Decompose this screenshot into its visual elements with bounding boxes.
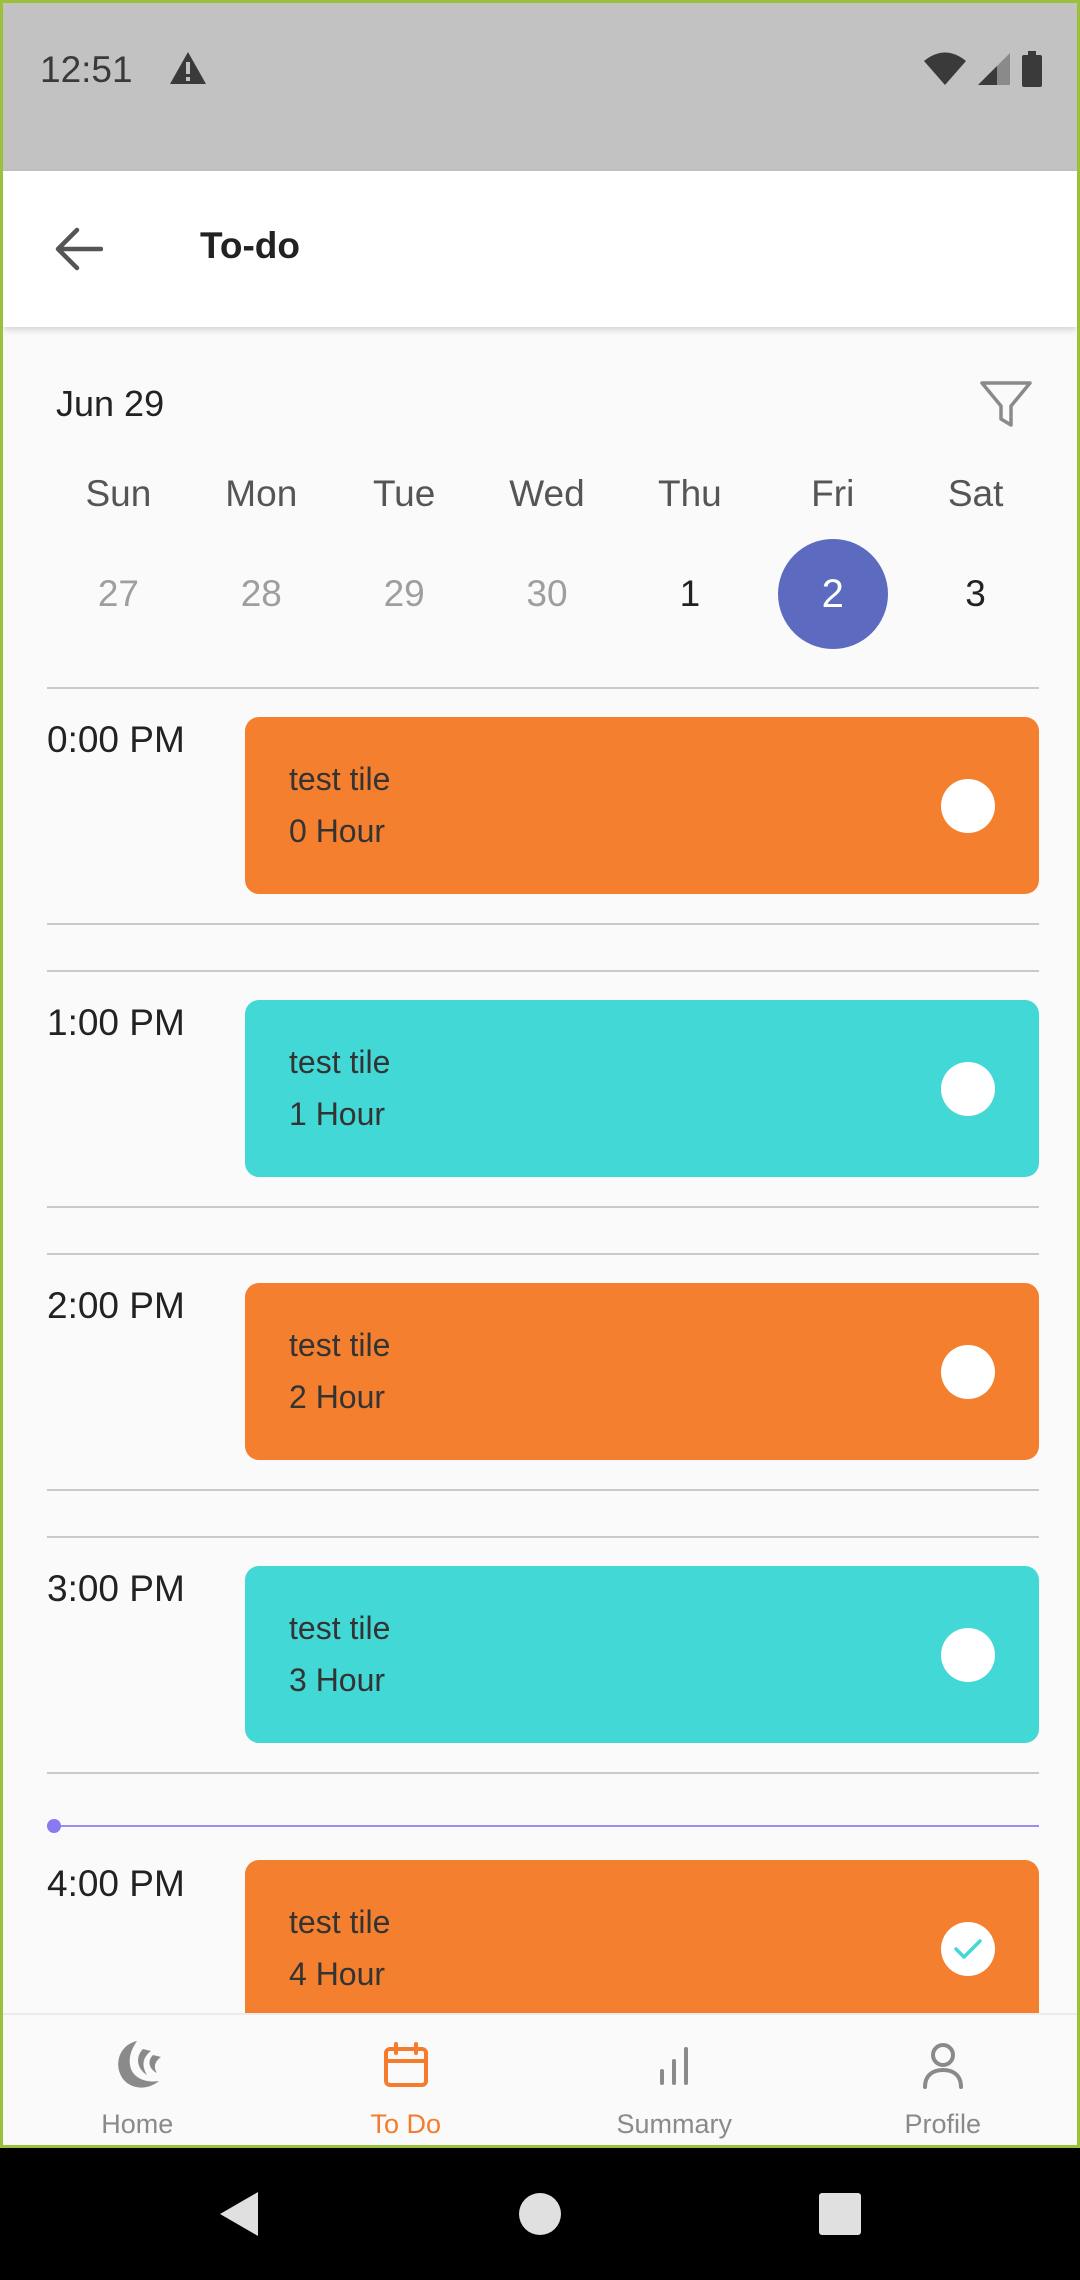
weekday-label: Sun	[85, 473, 152, 514]
app-frame: 12:51 To-do Jun 29 Sun Mon Tue Wed Thu F…	[0, 0, 1080, 2148]
time-label: 3:00 PM	[47, 1568, 185, 1609]
status-bar: 12:51	[3, 3, 1077, 171]
app-bar: To-do	[3, 171, 1077, 327]
day-cell-selected[interactable]: 2	[761, 539, 904, 649]
divider	[47, 1489, 1039, 1491]
task-tile[interactable]: test tile 0 Hour	[245, 717, 1039, 894]
bottom-navigation: Home To Do Summary Profile	[3, 2013, 1077, 2145]
day-cell[interactable]: 29	[333, 539, 476, 649]
current-time-line	[47, 1825, 1039, 1827]
nav-label: To Do	[370, 2109, 442, 2139]
time-label: 1:00 PM	[47, 1002, 185, 1043]
weekday-label: Wed	[509, 473, 585, 514]
day-number: 29	[383, 573, 425, 614]
time-label: 2:00 PM	[47, 1285, 185, 1326]
time-label: 4:00 PM	[47, 1863, 185, 1904]
current-time-dot	[47, 1819, 61, 1833]
weekday-label: Thu	[657, 473, 722, 514]
task-duration: 1 Hour	[289, 1096, 386, 1132]
status-icons	[923, 51, 1043, 87]
weekday-label: Sat	[947, 473, 1004, 514]
task-title: test tile	[289, 1044, 391, 1080]
task-duration: 2 Hour	[289, 1379, 386, 1415]
back-arrow-icon	[55, 227, 103, 271]
divider	[47, 970, 1039, 972]
complete-toggle[interactable]	[941, 779, 995, 833]
weekday-label: Fri	[811, 473, 855, 514]
back-button[interactable]	[47, 217, 111, 281]
status-time: 12:51	[40, 49, 133, 90]
complete-toggle-checked[interactable]	[941, 1922, 995, 1976]
task-title: test tile	[289, 761, 391, 797]
day-cell[interactable]: 1	[618, 539, 761, 649]
battery-icon	[1022, 51, 1042, 87]
bar-chart-icon	[644, 2035, 704, 2095]
day-number: 28	[240, 573, 282, 614]
divider	[47, 1253, 1039, 1255]
nav-label: Home	[101, 2109, 174, 2139]
day-number: 1	[679, 573, 701, 614]
day-row: 27 28 29 30 1 2 3	[47, 539, 1047, 649]
day-cell[interactable]: 27	[47, 539, 190, 649]
task-tile[interactable]: test tile 3 Hour	[245, 1566, 1039, 1743]
recents-square-icon[interactable]	[812, 2186, 868, 2242]
divider	[47, 687, 1039, 689]
person-icon	[913, 2035, 973, 2095]
divider	[47, 1772, 1039, 1774]
nav-summary[interactable]: Summary	[540, 2015, 809, 2145]
filter-icon	[980, 381, 1032, 427]
nav-todo[interactable]: To Do	[272, 2015, 541, 2145]
task-duration: 4 Hour	[289, 1956, 386, 1992]
calendar-icon	[376, 2035, 436, 2095]
complete-toggle[interactable]	[941, 1062, 995, 1116]
time-label: 0:00 PM	[47, 719, 185, 760]
weekday-label: Mon	[225, 473, 298, 514]
divider	[47, 923, 1039, 925]
divider	[47, 1206, 1039, 1208]
signal-icon	[978, 53, 1010, 85]
nav-label: Summary	[616, 2109, 732, 2139]
day-cell[interactable]: 28	[190, 539, 333, 649]
month-label[interactable]: Jun 29	[56, 383, 164, 425]
warning-icon	[170, 52, 206, 84]
nav-label: Profile	[904, 2109, 982, 2139]
system-navigation-bar	[0, 2148, 1080, 2280]
day-number: 3	[965, 573, 986, 614]
complete-toggle[interactable]	[941, 1345, 995, 1399]
day-number: 2	[777, 539, 888, 649]
task-title: test tile	[289, 1904, 391, 1940]
check-icon	[954, 1939, 982, 1959]
task-tile[interactable]: test tile 1 Hour	[245, 1000, 1039, 1177]
day-cell[interactable]: 3	[904, 539, 1047, 649]
filter-button[interactable]	[978, 377, 1034, 433]
weekday-row: Sun Mon Tue Wed Thu Fri Sat	[47, 473, 1047, 515]
task-duration: 0 Hour	[289, 813, 386, 849]
timeline[interactable]: 0:00 PM test tile 0 Hour 1:00 PM test ti…	[3, 683, 1077, 2013]
task-duration: 3 Hour	[289, 1662, 386, 1698]
home-logo-icon	[107, 2035, 167, 2095]
weekday-label: Tue	[372, 473, 436, 514]
home-circle-icon[interactable]	[512, 2186, 568, 2242]
page-title: To-do	[200, 225, 300, 266]
divider	[47, 1536, 1039, 1538]
complete-toggle[interactable]	[941, 1628, 995, 1682]
task-title: test tile	[289, 1327, 391, 1363]
task-title: test tile	[289, 1610, 391, 1646]
wifi-icon	[924, 52, 966, 85]
nav-home[interactable]: Home	[3, 2015, 272, 2145]
day-cell[interactable]: 30	[476, 539, 619, 649]
task-tile[interactable]: test tile 2 Hour	[245, 1283, 1039, 1460]
nav-profile[interactable]: Profile	[809, 2015, 1078, 2145]
back-triangle-icon[interactable]	[212, 2186, 268, 2242]
task-tile[interactable]: test tile 4 Hour	[245, 1860, 1039, 2013]
day-number: 30	[526, 573, 568, 614]
day-number: 27	[97, 573, 139, 614]
